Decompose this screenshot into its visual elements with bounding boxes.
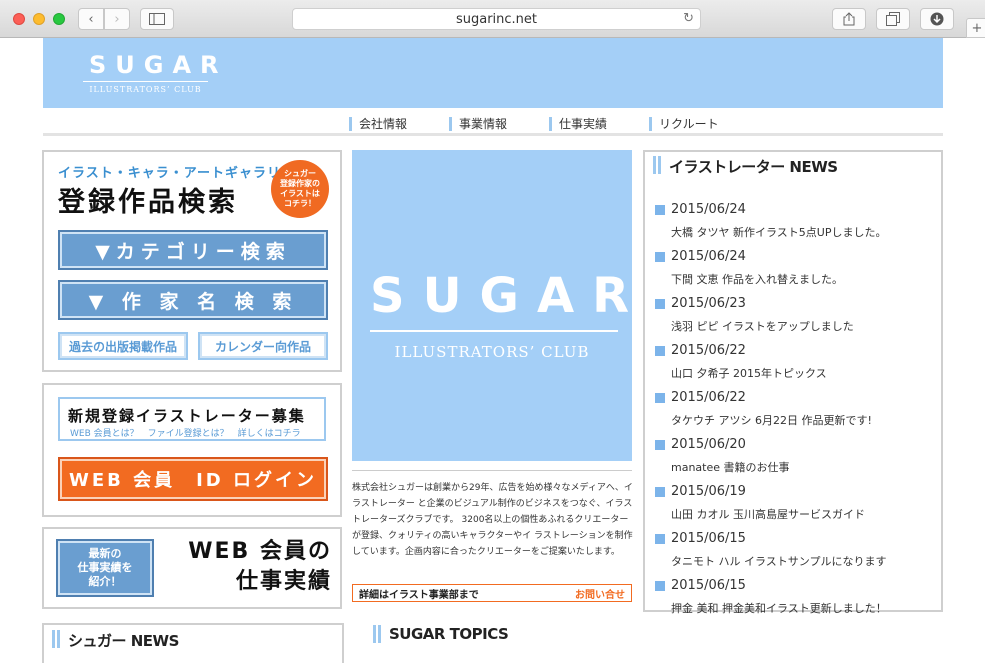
recent-works-button[interactable]: 最新の 仕事実績を 紹介！ [56, 539, 154, 597]
bullet-square-icon [655, 205, 665, 215]
bullet-square-icon [655, 440, 665, 450]
sidebar-toggle-button[interactable] [140, 8, 174, 30]
works-panel: 最新の 仕事実績を 紹介！ WEB 会員の 仕事実績 [42, 527, 342, 609]
news-title[interactable]: 下間 文恵 作品を入れ替えました。 [671, 271, 843, 287]
zoom-window-button[interactable] [53, 13, 65, 25]
contact-label: 詳細はイラスト事業部まで [359, 589, 479, 601]
bullet-square-icon [655, 487, 665, 497]
minimize-window-button[interactable] [33, 13, 45, 25]
nav-business[interactable]: 事業情報 [449, 117, 507, 131]
recruit-title: 新規登録イラストレーター募集 [68, 407, 306, 425]
nav-works[interactable]: 仕事実績 [549, 117, 607, 131]
company-description: 株式会社シュガーは創業から29年、広告を始め様々なメディアへ、イラストレーター … [352, 483, 633, 557]
bullet-square-icon [655, 346, 665, 356]
bullet-square-icon [655, 252, 665, 262]
contact-bar: 詳細はイラスト事業部まで お問い合せ [352, 584, 632, 602]
plus-icon: + [971, 20, 983, 36]
artist-search-button[interactable]: ▼ 作 家 名 検 索 [58, 280, 328, 320]
news-date: 2015/06/23 [671, 296, 746, 311]
bullet-square-icon [655, 534, 665, 544]
sugar-news-panel: シュガー NEWS [42, 623, 344, 663]
member-panel: 新規登録イラストレーター募集 WEB 会員とは？ ファイル登録とは？ 詳しくはコ… [42, 383, 342, 517]
artists-badge[interactable]: シュガー 登録作家の イラストは コチラ！ [271, 160, 329, 218]
hero-divider-line [352, 470, 632, 471]
web-member-login-button[interactable]: WEB 会員 ID ログイン [58, 457, 328, 501]
header-banner: SUGAR ILLUSTRATORS’ CLUB [43, 38, 943, 108]
news-title[interactable]: タケウチ アツシ 6月22日 作品更新です! [671, 412, 872, 428]
back-button[interactable]: ‹ [78, 8, 104, 30]
hero-image: SUGAR ILLUSTRATORS’ CLUB [352, 150, 632, 461]
browser-toolbar: ‹ › sugarinc.net ↻ + [0, 0, 985, 38]
download-icon [930, 12, 944, 26]
chevron-left-icon: ‹ [88, 11, 94, 27]
news-title[interactable]: 浅羽 ピピ イラストをアップしました [671, 318, 854, 334]
news-date: 2015/06/15 [671, 531, 746, 546]
news-date: 2015/06/22 [671, 390, 746, 405]
news-date: 2015/06/24 [671, 249, 746, 264]
news-title[interactable]: タニモト ハル イラストサンプルになります [671, 553, 886, 569]
hero-logo-subtitle: ILLUSTRATORS’ CLUB [394, 343, 590, 361]
member-works-title[interactable]: WEB 会員の 仕事実績 [162, 537, 332, 597]
nav-recruit[interactable]: リクルート [649, 117, 719, 131]
gallery-tagline: イラスト・キャラ・アートギャラリー [58, 166, 295, 181]
illustrator-news-heading: イラストレーター NEWS [653, 156, 838, 177]
news-title[interactable]: 山田 カオル 玉川高島屋サービスガイド [671, 506, 865, 522]
news-title[interactable]: 大橋 タツヤ 新作イラスト5点UPしました。 [671, 224, 886, 240]
share-icon [843, 12, 855, 26]
nav-company[interactable]: 会社情報 [349, 117, 407, 131]
recruit-illustrators-box[interactable]: 新規登録イラストレーター募集 WEB 会員とは？ ファイル登録とは？ 詳しくはコ… [58, 397, 326, 441]
gallery-title: 登録作品検索 [58, 187, 238, 218]
news-title[interactable]: manatee 書籍のお仕事 [671, 459, 790, 475]
logo-divider [83, 81, 208, 82]
share-button[interactable] [832, 8, 866, 30]
site-logo[interactable]: SUGAR ILLUSTRATORS’ CLUB [83, 51, 228, 94]
news-date: 2015/06/24 [671, 202, 746, 217]
news-title[interactable]: 押金 美和 押金美和イラスト更新しました！ [671, 600, 887, 616]
address-bar[interactable]: sugarinc.net ↻ [292, 8, 701, 30]
forward-button[interactable]: › [104, 8, 130, 30]
sugar-topics-heading: SUGAR TOPICS [373, 625, 509, 643]
bullet-square-icon [655, 581, 665, 591]
hero-logo-word: SUGAR [370, 268, 648, 324]
hero-divider [370, 330, 618, 332]
logo-subtitle: ILLUSTRATORS’ CLUB [89, 85, 202, 94]
reload-icon[interactable]: ↻ [683, 11, 694, 26]
calendar-works-button[interactable]: カレンダー向作品 [198, 332, 328, 360]
news-title[interactable]: 山口 夕希子 2015年トピックス [671, 365, 827, 381]
global-nav: 会社情報 事業情報 仕事実績 リクルート [43, 114, 943, 134]
contact-link[interactable]: お問い合せ [575, 586, 625, 601]
tabs-icon [886, 12, 900, 26]
close-window-button[interactable] [13, 13, 25, 25]
url-text: sugarinc.net [455, 11, 538, 27]
news-date: 2015/06/20 [671, 437, 746, 452]
nav-divider [43, 133, 943, 136]
news-date: 2015/06/22 [671, 343, 746, 358]
past-publications-button[interactable]: 過去の出版掲載作品 [58, 332, 188, 360]
show-tabs-button[interactable] [876, 8, 910, 30]
gallery-search-panel: イラスト・キャラ・アートギャラリー 登録作品検索 シュガー 登録作家の イラスト… [42, 150, 342, 372]
sugar-news-heading: シュガー NEWS [52, 630, 179, 651]
member-help-links[interactable]: WEB 会員とは？ ファイル登録とは？ 詳しくはコチラ [70, 426, 301, 439]
bullet-square-icon [655, 393, 665, 403]
news-date: 2015/06/15 [671, 578, 746, 593]
new-tab-button[interactable]: + [966, 18, 985, 38]
downloads-button[interactable] [920, 8, 954, 30]
illustrator-news-panel: イラストレーター NEWS 2015/06/24 大橋 タツヤ 新作イラスト5点… [643, 150, 943, 615]
bullet-square-icon [655, 299, 665, 309]
news-date: 2015/06/19 [671, 484, 746, 499]
sidebar-icon [149, 13, 165, 25]
logo-word: SUGAR [89, 51, 228, 79]
category-search-button[interactable]: ▼カテゴリー検索 [58, 230, 328, 270]
chevron-right-icon: › [114, 11, 120, 27]
